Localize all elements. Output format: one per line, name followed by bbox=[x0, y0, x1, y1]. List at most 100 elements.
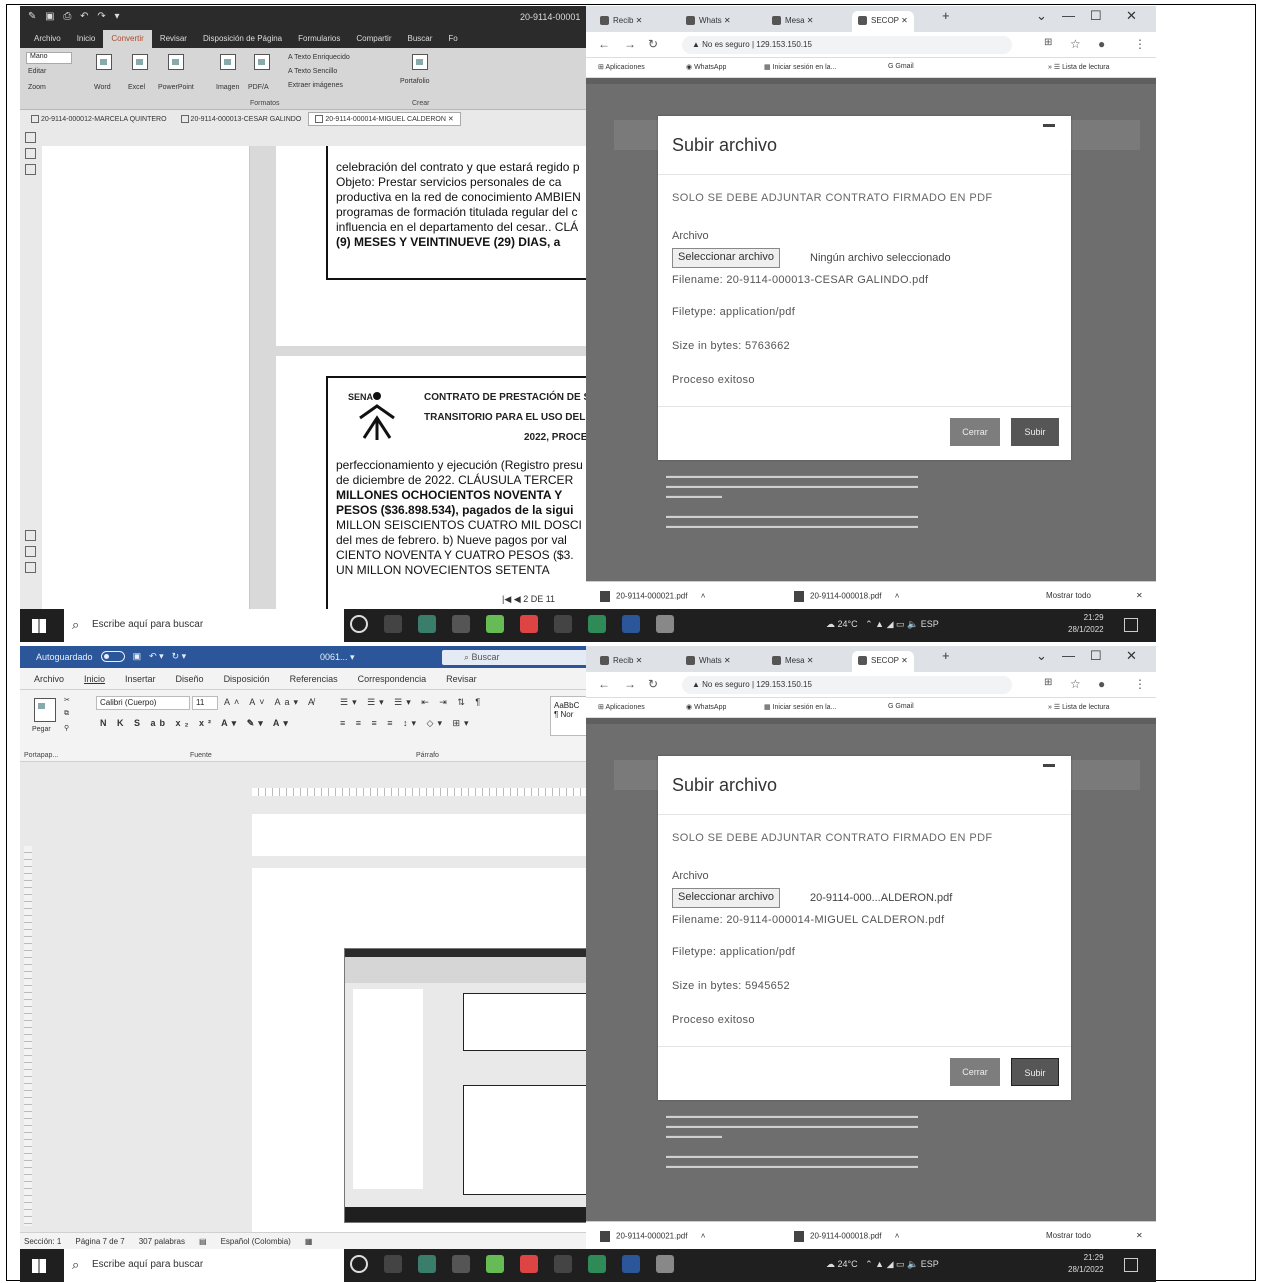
status-page[interactable]: Página 7 de 7 bbox=[75, 1237, 124, 1246]
system-tray[interactable]: ☁ 24°C ⌃ ▲ ◢ ▭ 🔈 ESP bbox=[826, 1259, 939, 1270]
close-window-button[interactable]: ✕ bbox=[1126, 8, 1137, 24]
minimize-button[interactable]: — bbox=[1062, 648, 1075, 663]
tab-diseno[interactable]: Diseño bbox=[166, 674, 214, 684]
clock[interactable]: 21:29 28/1/2022 bbox=[1068, 1252, 1104, 1276]
browser-tab-mesa[interactable]: Mesa ✕ bbox=[766, 11, 820, 32]
thumbnails-icon[interactable] bbox=[25, 132, 36, 143]
doc-tab-miguel[interactable]: 20-9114-000014-MIGUEL CALDERON ✕ bbox=[308, 111, 461, 127]
tab-disposicion[interactable]: Disposición de Página bbox=[195, 30, 290, 48]
browser-tab-whatsapp[interactable]: Whats ✕ bbox=[680, 651, 737, 672]
font-format-controls[interactable]: N K S ab x₂ x² A▾ ✎▾ A▾ bbox=[100, 718, 292, 729]
maximize-button[interactable]: ☐ bbox=[1090, 648, 1102, 664]
plain-text-button[interactable]: A Texto Sencillo bbox=[288, 68, 337, 75]
edge-icon[interactable] bbox=[418, 1255, 436, 1273]
edit-tool[interactable]: Editar bbox=[28, 68, 46, 75]
task-view-icon[interactable] bbox=[384, 615, 402, 633]
image-icon[interactable] bbox=[220, 54, 236, 70]
tab-revisar[interactable]: Revisar bbox=[152, 30, 195, 48]
bookmark-gmail[interactable]: G Gmail bbox=[888, 63, 914, 70]
app-icon[interactable] bbox=[486, 1255, 504, 1273]
horizontal-ruler[interactable] bbox=[252, 788, 590, 796]
bookmark-apps[interactable]: ⊞ Aplicaciones bbox=[598, 63, 645, 71]
excel-app-icon[interactable] bbox=[588, 615, 606, 633]
upload-button[interactable]: Subir bbox=[1011, 1058, 1059, 1086]
tab-convertir[interactable]: Convertir bbox=[103, 30, 152, 48]
vertical-ruler[interactable] bbox=[24, 846, 32, 1226]
status-words[interactable]: 307 palabras bbox=[139, 1237, 185, 1246]
tab-inicio[interactable]: Inicio bbox=[74, 674, 115, 684]
convert-image-button[interactable]: Imagen bbox=[216, 84, 239, 91]
close-downloads-icon[interactable]: ✕ bbox=[1136, 591, 1143, 600]
system-tray[interactable]: ☁ 24°C ⌃ ▲ ◢ ▭ 🔈 ESP bbox=[826, 619, 939, 630]
convert-powerpoint-button[interactable]: PowerPoint bbox=[158, 84, 194, 91]
quick-access-toolbar[interactable]: ✎ ▣ ⎙ ↶ ↷ ▾ bbox=[28, 11, 123, 22]
signature-icon[interactable] bbox=[25, 546, 36, 557]
tab-revisar[interactable]: Revisar bbox=[436, 674, 487, 684]
portfolio-button[interactable]: Portafolio bbox=[400, 78, 430, 85]
minimize-icon[interactable] bbox=[1043, 124, 1055, 127]
back-icon[interactable]: ← bbox=[598, 37, 610, 51]
install-icon[interactable]: ⊞ bbox=[1044, 37, 1052, 48]
paste-icon[interactable] bbox=[34, 698, 56, 722]
accessibility-icon[interactable]: ▦ bbox=[305, 1237, 313, 1246]
bookmark-gmail[interactable]: G Gmail bbox=[888, 703, 914, 710]
autosave-toggle[interactable] bbox=[100, 651, 125, 662]
save-icon[interactable]: ▣ bbox=[133, 651, 142, 662]
maximize-button[interactable]: ☐ bbox=[1090, 8, 1102, 24]
menu-icon[interactable]: ⋮ bbox=[1134, 677, 1146, 691]
paste-button[interactable]: Pegar bbox=[32, 726, 51, 733]
attachments-icon[interactable] bbox=[25, 164, 36, 175]
tab-archivo[interactable]: Archivo bbox=[24, 674, 74, 684]
menu-icon[interactable]: ⋮ bbox=[1134, 37, 1146, 51]
tab-fo[interactable]: Fo bbox=[440, 30, 465, 48]
edge-icon[interactable] bbox=[418, 615, 436, 633]
format-painter-icon[interactable]: ⚲ bbox=[64, 724, 69, 732]
app-icon[interactable] bbox=[486, 615, 504, 633]
forward-icon[interactable]: → bbox=[624, 37, 636, 51]
notifications-icon[interactable] bbox=[1124, 1258, 1138, 1272]
redo-icon[interactable]: ↻ ▾ bbox=[172, 651, 187, 662]
excel-app-icon[interactable] bbox=[588, 1255, 606, 1273]
tab-buscar[interactable]: Buscar bbox=[399, 30, 440, 48]
alignment-controls[interactable]: ≡ ≡ ≡ ≡ ↕▾ ◇▾ ⊞▾ bbox=[340, 718, 473, 729]
proofing-icon[interactable]: ▤ bbox=[199, 1237, 207, 1246]
browser-tab-secop[interactable]: SECOP ✕ bbox=[852, 11, 914, 32]
doc-tab-marcela[interactable]: 20-9114-000012-MARCELA QUINTERO bbox=[24, 112, 174, 126]
browser-tab-secop[interactable]: SECOP ✕ bbox=[852, 651, 914, 672]
download-item[interactable]: 20-9114-000018.pdf ˄ bbox=[794, 591, 899, 602]
choose-file-button[interactable]: Seleccionar archivo bbox=[672, 248, 780, 268]
star-icon[interactable]: ☆ bbox=[1070, 37, 1081, 51]
cut-icon[interactable]: ✂ bbox=[64, 696, 70, 704]
tab-search-icon[interactable]: ⌄ bbox=[1036, 8, 1047, 24]
star-icon[interactable]: ☆ bbox=[1070, 677, 1081, 691]
forward-icon[interactable]: → bbox=[624, 677, 636, 691]
tab-compartir[interactable]: Compartir bbox=[348, 30, 399, 48]
tab-disposicion[interactable]: Disposición bbox=[214, 674, 280, 684]
close-button[interactable]: Cerrar bbox=[950, 418, 1000, 446]
notifications-icon[interactable] bbox=[1124, 618, 1138, 632]
browser-tab-mesa[interactable]: Mesa ✕ bbox=[766, 651, 820, 672]
extract-images-button[interactable]: Extraer imágenes bbox=[288, 82, 343, 89]
bookmark-apps[interactable]: ⊞ Aplicaciones bbox=[598, 703, 645, 711]
convert-word-button[interactable]: Word bbox=[94, 84, 111, 91]
minimize-button[interactable]: — bbox=[1062, 8, 1075, 23]
minimize-icon[interactable] bbox=[1043, 764, 1055, 767]
download-item[interactable]: 20-9114-000018.pdf ˄ bbox=[794, 1231, 899, 1242]
style-normal[interactable]: AaBbC ¶ Nor bbox=[550, 696, 590, 736]
cortana-icon[interactable] bbox=[350, 1255, 368, 1273]
layers-icon[interactable] bbox=[25, 530, 36, 541]
close-button[interactable]: Cerrar bbox=[950, 1058, 1000, 1086]
reload-icon[interactable]: ↻ bbox=[648, 37, 658, 51]
word-app-icon[interactable] bbox=[622, 1255, 640, 1273]
cortana-icon[interactable] bbox=[350, 615, 368, 633]
reading-list[interactable]: » ☰ Lista de lectura bbox=[1048, 63, 1110, 71]
files-icon[interactable] bbox=[656, 1255, 674, 1273]
pdf-app-icon[interactable] bbox=[520, 615, 538, 633]
bookmarks-icon[interactable] bbox=[25, 148, 36, 159]
portfolio-icon[interactable] bbox=[412, 54, 428, 70]
back-icon[interactable]: ← bbox=[598, 677, 610, 691]
close-window-button[interactable]: ✕ bbox=[1126, 648, 1137, 664]
list-controls[interactable]: ☰▾ ☰▾ ☰▾ ⇤ ⇥ ⇅ ¶ bbox=[340, 697, 484, 708]
document-title[interactable]: 0061... ▾ bbox=[320, 652, 355, 663]
status-language[interactable]: Español (Colombia) bbox=[221, 1237, 291, 1246]
